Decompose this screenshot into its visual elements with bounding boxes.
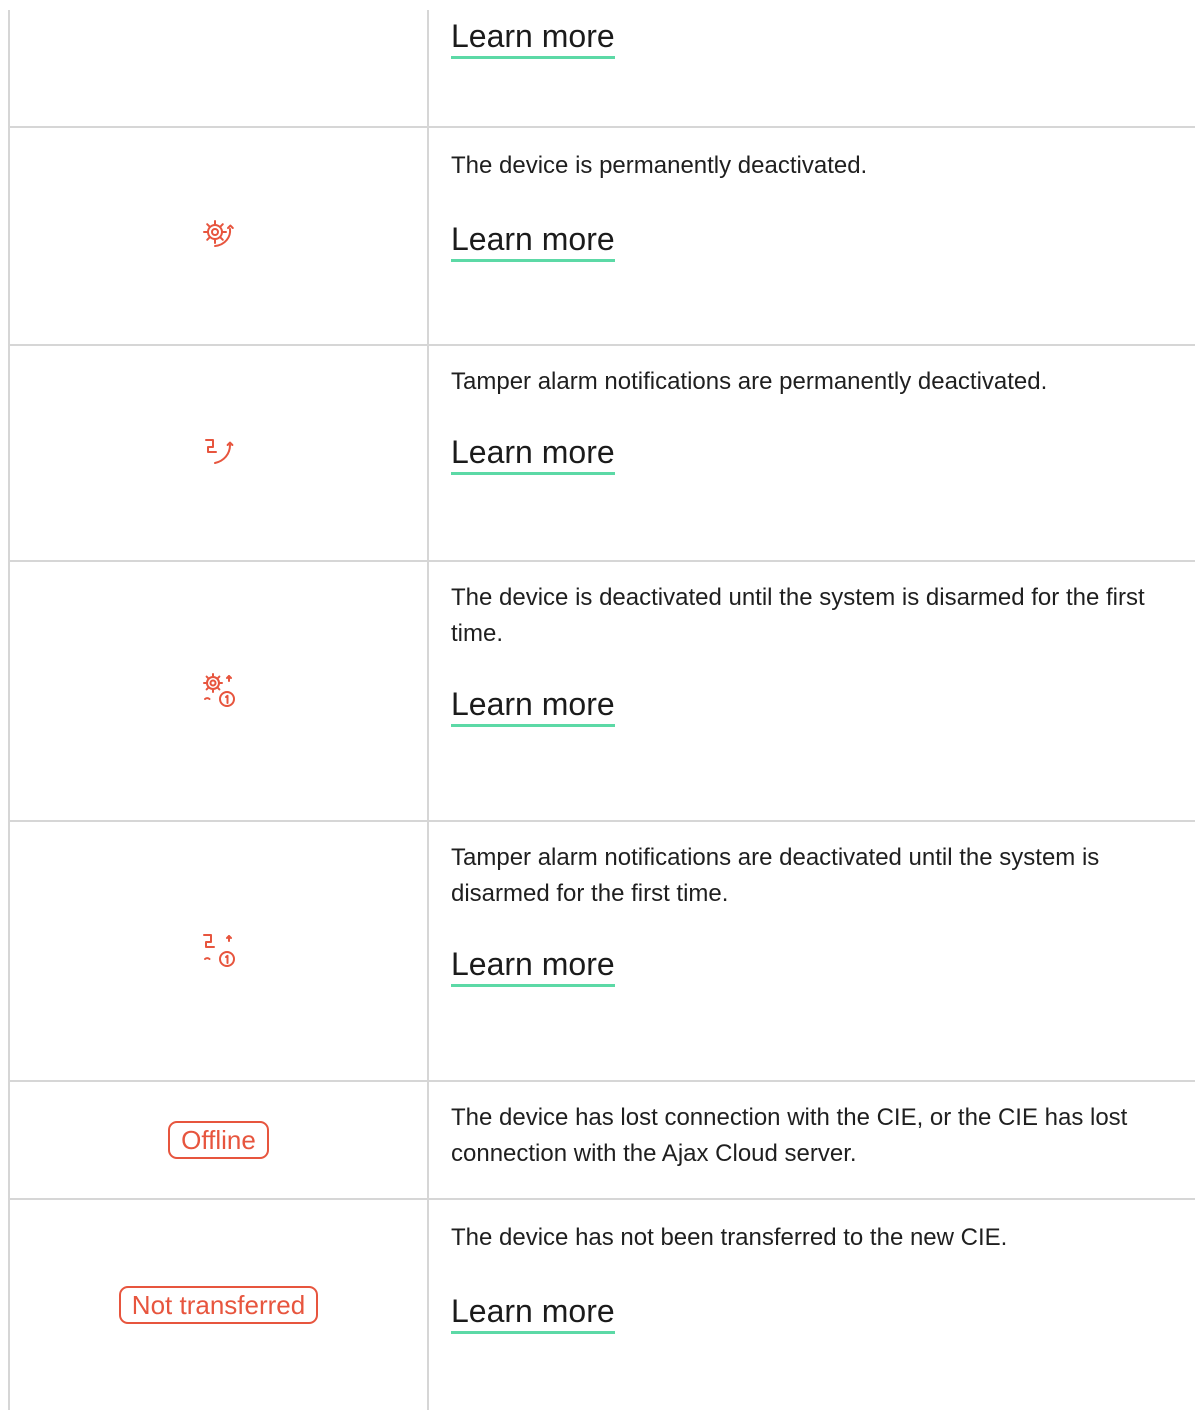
- table-row: Tamper alarm notifications are deactivat…: [10, 822, 1195, 1080]
- table-row: The device is deactivated until the syst…: [10, 562, 1195, 820]
- table-row: Tamper alarm notifications are permanent…: [10, 346, 1195, 560]
- row-description: The device has lost connection with the …: [451, 1104, 1128, 1167]
- tamper-deactivated-until-disarm-icon: [202, 934, 235, 967]
- row-description: Tamper alarm notifications are permanent…: [451, 368, 1048, 395]
- table-row: The device is permanently deactivated. L…: [10, 128, 1195, 344]
- row-description: The device is deactivated until the syst…: [451, 584, 1145, 647]
- row-description: The device is permanently deactivated.: [451, 152, 868, 179]
- learn-more-link[interactable]: Learn more: [451, 434, 615, 475]
- learn-more-link[interactable]: Learn more: [451, 686, 615, 727]
- device-deactivated-icon: [202, 220, 234, 247]
- device-deactivated-until-disarm-icon: [202, 673, 235, 707]
- table-row: Not transferred The device has not been …: [10, 1200, 1195, 1410]
- learn-more-link[interactable]: Learn more: [451, 18, 615, 59]
- table-row: Offline The device has lost connection w…: [10, 1082, 1195, 1198]
- learn-more-link[interactable]: Learn more: [451, 1293, 615, 1334]
- row-description: The device has not been transferred to t…: [451, 1224, 1008, 1251]
- status-badge: Not transferred: [118, 1286, 319, 1324]
- row-description: Tamper alarm notifications are deactivat…: [451, 844, 1100, 907]
- status-table: Learn more The device is permanently dea…: [0, 0, 1195, 1410]
- learn-more-link[interactable]: Learn more: [451, 946, 615, 987]
- status-badge: Offline: [168, 1121, 269, 1159]
- tamper-deactivated-icon: [204, 439, 233, 464]
- table-row: Learn more: [10, 0, 1195, 126]
- learn-more-link[interactable]: Learn more: [451, 221, 615, 262]
